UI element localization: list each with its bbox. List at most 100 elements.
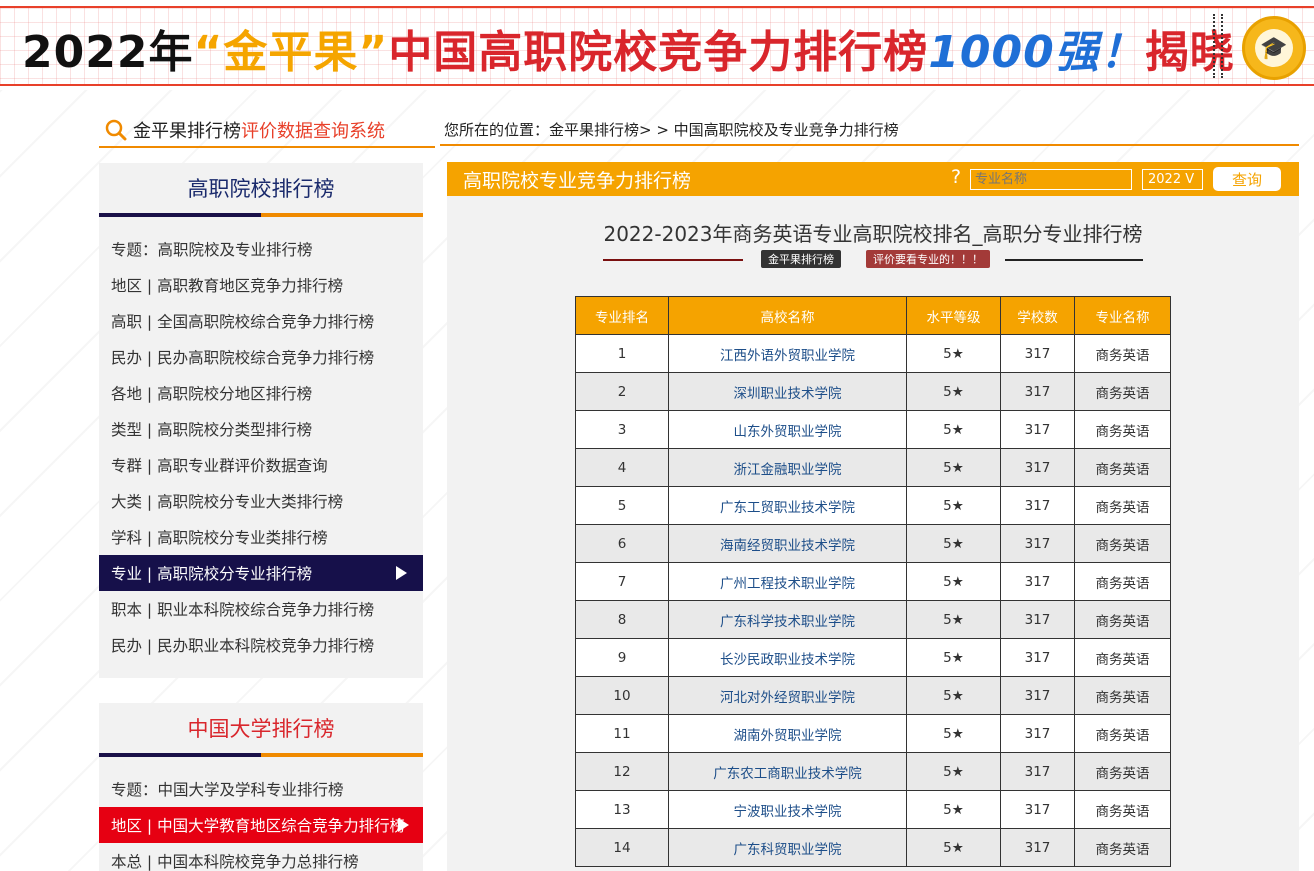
sidebar-item-private-vocational[interactable]: 民办 | 民办高职院校综合竞争力排行榜 xyxy=(99,339,423,375)
play-arrow-icon xyxy=(396,566,407,580)
major-cell: 商务英语 xyxy=(1074,828,1171,867)
table-header-row: 专业排名 高校名称 水平等级 学校数 专业名称 xyxy=(575,296,1171,335)
sidebar-item-by-region[interactable]: 各地 | 高职院校分地区排行榜 xyxy=(99,375,423,411)
query-button[interactable]: 查询 xyxy=(1213,167,1281,191)
banner-count: 1000强！ xyxy=(928,27,1145,78)
count-cell: 317 xyxy=(1000,828,1075,867)
sidebar-item-private-undergrad[interactable]: 民办 | 民办职业本科院校竞争力排行榜 xyxy=(99,627,423,663)
rank-cell: 2 xyxy=(575,372,669,411)
count-cell: 317 xyxy=(1000,562,1075,601)
system-title[interactable]: 金平果排行榜 评价数据查询系统 xyxy=(105,115,385,145)
sidebar-item-university-topic[interactable]: 专题：中国大学及学科专业排行榜 xyxy=(99,771,423,807)
table-row: 14 广东科贸职业学院 5★ 317 商务英语 xyxy=(575,828,1171,867)
major-cell: 商务英语 xyxy=(1074,752,1171,791)
sidebar-item-major-group[interactable]: 专群 | 高职专业群评价数据查询 xyxy=(99,447,423,483)
divider xyxy=(99,146,435,148)
main-header: 高职院校专业竞争力排行榜 ? 2022 V 查询 xyxy=(447,162,1299,196)
sidebar-item-region[interactable]: 地区 | 高职教育地区竞争力排行榜 xyxy=(99,267,423,303)
rank-cell: 1 xyxy=(575,334,669,373)
count-cell: 317 xyxy=(1000,410,1075,449)
table-row: 6 海南经贸职业技术学院 5★ 317 商务英语 xyxy=(575,524,1171,563)
sidebar-heading: 高职院校排行榜 xyxy=(187,177,335,201)
sidebar-list: 专题：高职院校及专业排行榜 地区 | 高职教育地区竞争力排行榜 高职 | 全国高… xyxy=(99,217,423,663)
count-cell: 317 xyxy=(1000,676,1075,715)
count-cell: 317 xyxy=(1000,600,1075,639)
level-cell: 5★ xyxy=(906,448,1001,487)
level-cell: 5★ xyxy=(906,334,1001,373)
table-row: 9 长沙民政职业技术学院 5★ 317 商务英语 xyxy=(575,638,1171,677)
count-cell: 317 xyxy=(1000,372,1075,411)
count-cell: 317 xyxy=(1000,790,1075,829)
table-row: 8 广东科学技术职业学院 5★ 317 商务英语 xyxy=(575,600,1171,639)
sidebar-item-major-active[interactable]: 专业 | 高职院校分专业排行榜 xyxy=(99,555,423,591)
rank-cell: 8 xyxy=(575,600,669,639)
count-cell: 317 xyxy=(1000,334,1075,373)
school-link[interactable]: 宁波职业技术学院 xyxy=(668,790,907,829)
major-cell: 商务英语 xyxy=(1074,448,1171,487)
school-link[interactable]: 江西外语外贸职业学院 xyxy=(668,334,907,373)
sidebar-heading: 中国大学排行榜 xyxy=(187,717,335,741)
major-cell: 商务英语 xyxy=(1074,524,1171,563)
banner-year: 2022年 xyxy=(22,27,194,78)
banner-main-text: 中国高职院校竞争力排行榜 xyxy=(388,27,929,78)
school-link[interactable]: 广东农工商职业技术学院 xyxy=(668,752,907,791)
rank-cell: 6 xyxy=(575,524,669,563)
major-cell: 商务英语 xyxy=(1074,790,1171,829)
level-cell: 5★ xyxy=(906,790,1001,829)
school-link[interactable]: 广东工贸职业技术学院 xyxy=(668,486,907,525)
table-row: 7 广州工程技术职业学院 5★ 317 商务英语 xyxy=(575,562,1171,601)
school-link[interactable]: 海南经贸职业技术学院 xyxy=(668,524,907,563)
slogan-tag: 评价要看专业的！！！ xyxy=(866,250,990,268)
major-cell: 商务英语 xyxy=(1074,486,1171,525)
rank-cell: 9 xyxy=(575,638,669,677)
sidebar-item-vocational-undergrad[interactable]: 职本 | 职业本科院校综合竞争力排行榜 xyxy=(99,591,423,627)
sidebar-vocational-rankings: 高职院校排行榜 专题：高职院校及专业排行榜 地区 | 高职教育地区竞争力排行榜 … xyxy=(99,163,423,678)
promo-banner[interactable]: 2022年 “金平果” 中国高职院校竞争力排行榜 1000强！ 揭晓 🎓 xyxy=(0,6,1314,86)
year-select[interactable]: 2022 V xyxy=(1142,169,1203,190)
sidebar-item-label: 专业 | 高职院校分专业排行榜 xyxy=(111,565,313,583)
rank-cell: 12 xyxy=(575,752,669,791)
level-cell: 5★ xyxy=(906,676,1001,715)
rank-cell: 14 xyxy=(575,828,669,867)
rank-cell: 5 xyxy=(575,486,669,525)
graduation-cap-icon: 🎓 xyxy=(1255,29,1293,67)
school-link[interactable]: 河北对外经贸职业学院 xyxy=(668,676,907,715)
sidebar-item-university-region[interactable]: 地区 | 中国大学教育地区综合竞争力排行榜 xyxy=(99,807,423,843)
school-link[interactable]: 广东科贸职业学院 xyxy=(668,828,907,867)
level-cell: 5★ xyxy=(906,828,1001,867)
banner-title: 2022年 “金平果” 中国高职院校竞争力排行榜 1000强！ 揭晓 xyxy=(22,18,1235,78)
level-cell: 5★ xyxy=(906,562,1001,601)
sidebar-item-national-vocational[interactable]: 高职 | 全国高职院校综合竞争力排行榜 xyxy=(99,303,423,339)
school-link[interactable]: 广州工程技术职业学院 xyxy=(668,562,907,601)
banner-separator xyxy=(1213,14,1223,78)
help-icon[interactable]: ? xyxy=(951,166,961,188)
table-row: 3 山东外贸职业学院 5★ 317 商务英语 xyxy=(575,410,1171,449)
rank-cell: 10 xyxy=(575,676,669,715)
sidebar-item-discipline[interactable]: 学科 | 高职院校分专业类排行榜 xyxy=(99,519,423,555)
sidebar-heading-bar xyxy=(99,753,423,757)
breadcrumb[interactable]: 您所在的位置：金平果排行榜> > 中国高职院校及专业竞争力排行榜 xyxy=(444,119,899,141)
sidebar-item-undergrad-total[interactable]: 本总 | 中国本科院校竞争力总排行榜 xyxy=(99,843,423,871)
school-link[interactable]: 长沙民政职业技术学院 xyxy=(668,638,907,677)
major-search-input[interactable] xyxy=(970,169,1132,190)
main-panel: 高职院校专业竞争力排行榜 ? 2022 V 查询 2022-2023年商务英语专… xyxy=(447,162,1299,871)
level-cell: 5★ xyxy=(906,714,1001,753)
school-link[interactable]: 湖南外贸职业学院 xyxy=(668,714,907,753)
rank-cell: 7 xyxy=(575,562,669,601)
school-link[interactable]: 广东科学技术职业学院 xyxy=(668,600,907,639)
school-link[interactable]: 浙江金融职业学院 xyxy=(668,448,907,487)
column-header-major: 专业名称 xyxy=(1074,296,1171,335)
school-link[interactable]: 深圳职业技术学院 xyxy=(668,372,907,411)
sidebar-item-by-type[interactable]: 类型 | 高职院校分类型排行榜 xyxy=(99,411,423,447)
level-cell: 5★ xyxy=(906,486,1001,525)
major-cell: 商务英语 xyxy=(1074,600,1171,639)
sidebar-item-special-topic[interactable]: 专题：高职院校及专业排行榜 xyxy=(99,231,423,267)
ranking-title: 2022-2023年商务英语专业高职院校排名_高职分专业排行榜 xyxy=(603,222,1143,246)
sidebar-item-major-category[interactable]: 大类 | 高职院校分专业大类排行榜 xyxy=(99,483,423,519)
school-link[interactable]: 山东外贸职业学院 xyxy=(668,410,907,449)
rank-cell: 11 xyxy=(575,714,669,753)
rank-cell: 4 xyxy=(575,448,669,487)
table-row: 2 深圳职业技术学院 5★ 317 商务英语 xyxy=(575,372,1171,411)
play-arrow-icon xyxy=(398,818,409,832)
count-cell: 317 xyxy=(1000,714,1075,753)
